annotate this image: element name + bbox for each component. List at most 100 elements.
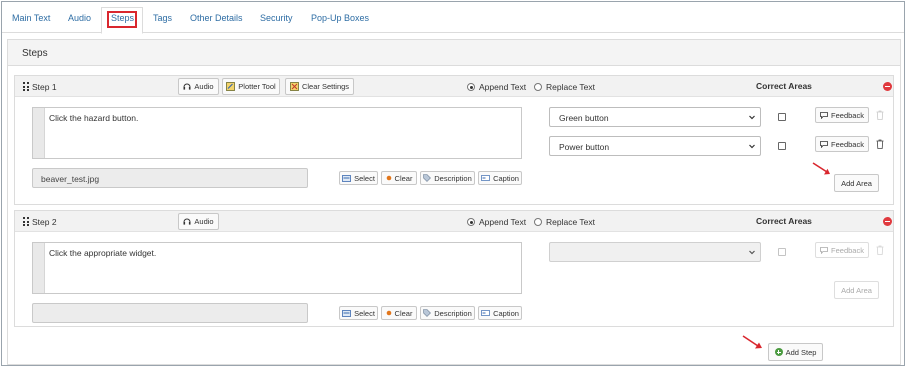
comment-icon: [820, 140, 828, 148]
plotter-icon: [226, 82, 236, 91]
step-text-editor[interactable]: Click the hazard button.: [32, 107, 522, 159]
caption-button[interactable]: Caption: [478, 171, 522, 185]
add-area-button[interactable]: Add Area: [834, 174, 879, 192]
area-select-2[interactable]: Power button: [549, 136, 761, 156]
remove-step-icon[interactable]: [883, 217, 892, 226]
clear-dot-icon: [386, 175, 391, 181]
select-media-button[interactable]: Select: [339, 171, 378, 185]
clear-media-button[interactable]: Clear: [381, 306, 417, 320]
headphones-icon: [183, 218, 191, 225]
file-name-field[interactable]: beaver_test.jpg: [32, 168, 308, 188]
trash-icon[interactable]: [876, 139, 884, 149]
area-select-1[interactable]: Green button: [549, 107, 761, 127]
tab-highlight-box: [107, 11, 137, 28]
comment-icon: [820, 111, 828, 119]
editor-gutter: [33, 108, 45, 158]
step-title: Step 1: [32, 82, 57, 92]
steps-editor-window: Main Text Audio Steps Tags Other Details…: [1, 1, 905, 366]
add-step-label: Add Step: [785, 347, 817, 357]
description-button[interactable]: Description: [420, 306, 475, 320]
steps-section: Steps Step 1 Audio Plotter Tool Clear Se…: [7, 39, 901, 365]
caption-icon: [481, 310, 490, 316]
add-step-button[interactable]: Add Step: [768, 343, 823, 361]
clear-label: Clear: [394, 173, 413, 183]
section-header: Steps: [8, 40, 900, 66]
select-label: Select: [354, 173, 375, 183]
audio-button[interactable]: Audio: [178, 78, 219, 95]
select-label: Select: [354, 308, 375, 318]
description-button[interactable]: Description: [420, 171, 475, 185]
description-label: Description: [434, 173, 472, 183]
add-area-label: Add Area: [841, 178, 872, 188]
step-text-editor[interactable]: Click the appropriate widget.: [32, 242, 522, 294]
trash-icon[interactable]: [876, 245, 884, 255]
correct-area-checkbox-1[interactable]: [778, 113, 786, 121]
editor-gutter: [33, 243, 45, 293]
step-panel-1: Step 1 Audio Plotter Tool Clear Settings…: [14, 75, 894, 205]
area-select-value: Power button: [559, 142, 610, 152]
area-select-1[interactable]: [549, 242, 761, 262]
tab-main-text[interactable]: Main Text: [12, 13, 50, 24]
chevron-down-icon: [749, 144, 755, 149]
step-text: Click the hazard button.: [49, 113, 139, 123]
tab-bar: Main Text Audio Steps Tags Other Details…: [2, 2, 904, 34]
chevron-down-icon: [749, 250, 755, 255]
step-title: Step 2: [32, 217, 57, 227]
replace-text-radio[interactable]: [534, 218, 542, 226]
comment-icon: [820, 246, 828, 254]
replace-text-radio[interactable]: [534, 83, 542, 91]
append-text-label: Append Text: [479, 82, 527, 92]
clear-label: Clear: [394, 308, 413, 318]
drag-handle-icon[interactable]: [23, 82, 29, 91]
drag-handle-icon[interactable]: [23, 217, 29, 226]
audio-button[interactable]: Audio: [178, 213, 219, 230]
add-area-label: Add Area: [841, 285, 872, 295]
audio-button-label: Audio: [194, 82, 214, 91]
image-icon: [342, 309, 351, 317]
step-header: Step 1 Audio Plotter Tool Clear Settings…: [15, 76, 893, 97]
plotter-tool-label: Plotter Tool: [238, 82, 276, 91]
replace-text-label: Replace Text: [546, 217, 595, 227]
clear-settings-icon: [290, 82, 299, 91]
image-icon: [342, 174, 351, 182]
caption-label: Caption: [493, 308, 519, 318]
correct-area-checkbox-1[interactable]: [778, 248, 786, 256]
correct-areas-label: Correct Areas: [756, 81, 812, 91]
audio-button-label: Audio: [194, 217, 214, 226]
step-header: Step 2 Audio Append Text Replace Text Co…: [15, 211, 893, 232]
tab-audio[interactable]: Audio: [68, 13, 91, 24]
add-area-button[interactable]: Add Area: [834, 281, 879, 299]
plotter-tool-button[interactable]: Plotter Tool: [222, 78, 280, 95]
feedback-button-1[interactable]: Feedback: [815, 107, 869, 123]
remove-step-icon[interactable]: [883, 82, 892, 91]
step-text: Click the appropriate widget.: [49, 248, 157, 258]
pointer-arrow-icon: [812, 162, 830, 175]
trash-icon[interactable]: [876, 110, 884, 120]
tab-other-details[interactable]: Other Details: [190, 13, 243, 24]
tab-security[interactable]: Security: [260, 13, 293, 24]
correct-area-checkbox-2[interactable]: [778, 142, 786, 150]
replace-text-label: Replace Text: [546, 82, 595, 92]
tab-tags[interactable]: Tags: [153, 13, 172, 24]
feedback-button-1[interactable]: Feedback: [815, 242, 869, 258]
correct-areas-label: Correct Areas: [756, 216, 812, 226]
feedback-label: Feedback: [831, 139, 864, 149]
chevron-down-icon: [749, 115, 755, 120]
area-select-value: Green button: [559, 113, 609, 123]
append-text-radio[interactable]: [467, 83, 475, 91]
select-media-button[interactable]: Select: [339, 306, 378, 320]
file-name-field[interactable]: [32, 303, 308, 323]
section-title: Steps: [22, 48, 48, 59]
feedback-button-2[interactable]: Feedback: [815, 136, 869, 152]
append-text-radio[interactable]: [467, 218, 475, 226]
feedback-label: Feedback: [831, 245, 864, 255]
tag-icon: [423, 309, 432, 317]
pointer-arrow-icon: [742, 335, 762, 349]
file-name: beaver_test.jpg: [41, 174, 100, 184]
clear-settings-button[interactable]: Clear Settings: [285, 78, 354, 95]
clear-media-button[interactable]: Clear: [381, 171, 417, 185]
step-panel-2: Step 2 Audio Append Text Replace Text Co…: [14, 210, 894, 327]
caption-button[interactable]: Caption: [478, 306, 522, 320]
caption-icon: [481, 175, 490, 181]
tab-pop-up-boxes[interactable]: Pop-Up Boxes: [311, 13, 369, 24]
